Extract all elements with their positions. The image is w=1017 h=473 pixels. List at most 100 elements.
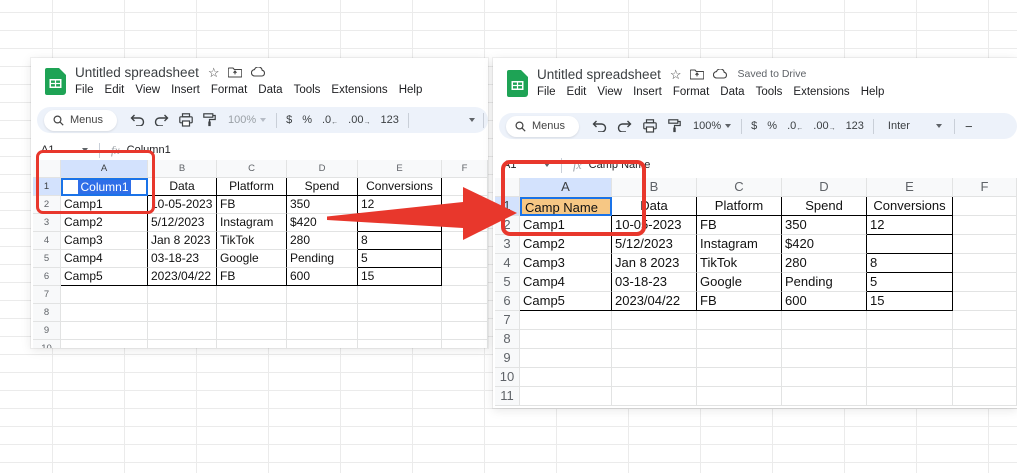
row-number[interactable]: 5 xyxy=(495,273,520,292)
cell-E1[interactable]: Conversions xyxy=(867,197,953,216)
cell[interactable] xyxy=(61,340,148,348)
menus-search-button[interactable]: Menus xyxy=(44,110,117,131)
cell[interactable] xyxy=(612,349,697,368)
paint-format-icon[interactable] xyxy=(662,115,687,137)
star-icon[interactable]: ☆ xyxy=(208,66,220,79)
cell-F5[interactable] xyxy=(953,273,1017,292)
cell-C4[interactable]: TikTok xyxy=(217,232,287,250)
cell-C3[interactable]: Instagram xyxy=(697,235,782,254)
cell[interactable] xyxy=(520,311,612,330)
cell[interactable] xyxy=(612,330,697,349)
decrease-font-size-button[interactable]: − xyxy=(959,119,973,134)
menu-insert[interactable]: Insert xyxy=(633,86,662,98)
cell[interactable] xyxy=(358,304,442,322)
row-number[interactable]: 9 xyxy=(33,322,61,340)
cell[interactable] xyxy=(442,286,488,304)
cell[interactable] xyxy=(358,286,442,304)
cell[interactable] xyxy=(953,311,1017,330)
cell[interactable] xyxy=(520,330,612,349)
cell-A6[interactable]: Camp5 xyxy=(61,268,148,286)
cell-D6[interactable]: 600 xyxy=(287,268,358,286)
column-header-B[interactable]: B xyxy=(148,160,217,178)
menu-file[interactable]: File xyxy=(537,86,556,98)
cell[interactable] xyxy=(867,349,953,368)
cell[interactable] xyxy=(697,349,782,368)
decrease-decimal-button[interactable]: .0← xyxy=(317,114,343,126)
move-to-folder-icon[interactable] xyxy=(690,69,704,80)
row-number[interactable]: 5 xyxy=(33,250,61,268)
cell[interactable] xyxy=(612,387,697,406)
cell[interactable] xyxy=(217,286,287,304)
cell[interactable] xyxy=(61,304,148,322)
undo-button[interactable] xyxy=(587,115,612,137)
cell-E5[interactable]: 5 xyxy=(867,273,953,292)
format-currency-button[interactable]: $ xyxy=(746,120,762,132)
document-title[interactable]: Untitled spreadsheet xyxy=(537,67,661,82)
cell-C2[interactable]: FB xyxy=(217,196,287,214)
cell-B3[interactable]: 5/12/2023 xyxy=(148,214,217,232)
cell-E6[interactable]: 15 xyxy=(867,292,953,311)
cell-C3[interactable]: Instagram xyxy=(217,214,287,232)
cell-F4[interactable] xyxy=(953,254,1017,273)
cell-A4[interactable]: Camp3 xyxy=(520,254,612,273)
menu-view[interactable]: View xyxy=(597,86,622,98)
menu-format[interactable]: Format xyxy=(673,86,709,98)
cell[interactable] xyxy=(217,340,287,348)
row-number[interactable]: 10 xyxy=(495,368,520,387)
column-header-F[interactable]: F xyxy=(442,160,488,178)
cell[interactable] xyxy=(697,311,782,330)
cell[interactable] xyxy=(287,322,358,340)
cell-A4[interactable]: Camp3 xyxy=(61,232,148,250)
cell[interactable] xyxy=(782,311,867,330)
cell-A6[interactable]: Camp5 xyxy=(520,292,612,311)
menu-extensions[interactable]: Extensions xyxy=(331,84,387,96)
cell-F6[interactable] xyxy=(953,292,1017,311)
number-format-button[interactable]: 123 xyxy=(375,114,403,126)
cell[interactable] xyxy=(287,304,358,322)
cell-F1[interactable] xyxy=(953,197,1017,216)
cell-C6[interactable]: FB xyxy=(217,268,287,286)
column-header-D[interactable]: D xyxy=(782,178,867,197)
cell[interactable] xyxy=(782,387,867,406)
row-number[interactable]: 9 xyxy=(495,349,520,368)
cell[interactable] xyxy=(217,304,287,322)
increase-decimal-button[interactable]: .00→ xyxy=(343,114,375,126)
row-number[interactable]: 8 xyxy=(33,304,61,322)
cell[interactable] xyxy=(61,286,148,304)
cloud-icon[interactable] xyxy=(713,69,728,79)
decrease-decimal-button[interactable]: .0← xyxy=(782,120,808,132)
cloud-icon[interactable] xyxy=(251,67,266,77)
menu-insert[interactable]: Insert xyxy=(171,84,200,96)
menu-tools[interactable]: Tools xyxy=(294,84,321,96)
cell-D1[interactable]: Spend xyxy=(782,197,867,216)
cell-E2[interactable]: 12 xyxy=(867,216,953,235)
number-format-button[interactable]: 123 xyxy=(841,120,869,132)
print-icon[interactable] xyxy=(637,115,662,137)
chevron-down-icon[interactable] xyxy=(469,118,475,122)
cell[interactable] xyxy=(442,322,488,340)
cell[interactable] xyxy=(867,311,953,330)
cell[interactable] xyxy=(697,330,782,349)
menu-view[interactable]: View xyxy=(135,84,160,96)
increase-decimal-button[interactable]: .00→ xyxy=(808,120,840,132)
redo-button[interactable] xyxy=(612,115,637,137)
column-header-E[interactable]: E xyxy=(358,160,442,178)
cell-D5[interactable]: Pending xyxy=(287,250,358,268)
cell[interactable] xyxy=(358,322,442,340)
cell[interactable] xyxy=(217,322,287,340)
document-title[interactable]: Untitled spreadsheet xyxy=(75,65,199,80)
cell-C5[interactable]: Google xyxy=(217,250,287,268)
menu-tools[interactable]: Tools xyxy=(756,86,783,98)
cell-E5[interactable]: 5 xyxy=(358,250,442,268)
cell[interactable] xyxy=(148,286,217,304)
cell[interactable] xyxy=(287,340,358,348)
cell[interactable] xyxy=(697,387,782,406)
cell-B6[interactable]: 2023/04/22 xyxy=(612,292,697,311)
cell-A3[interactable]: Camp2 xyxy=(520,235,612,254)
cell[interactable] xyxy=(867,368,953,387)
menu-format[interactable]: Format xyxy=(211,84,247,96)
saved-status[interactable]: Saved to Drive xyxy=(737,68,806,80)
menu-help[interactable]: Help xyxy=(861,86,885,98)
row-number[interactable]: 8 xyxy=(495,330,520,349)
format-currency-button[interactable]: $ xyxy=(281,114,297,126)
